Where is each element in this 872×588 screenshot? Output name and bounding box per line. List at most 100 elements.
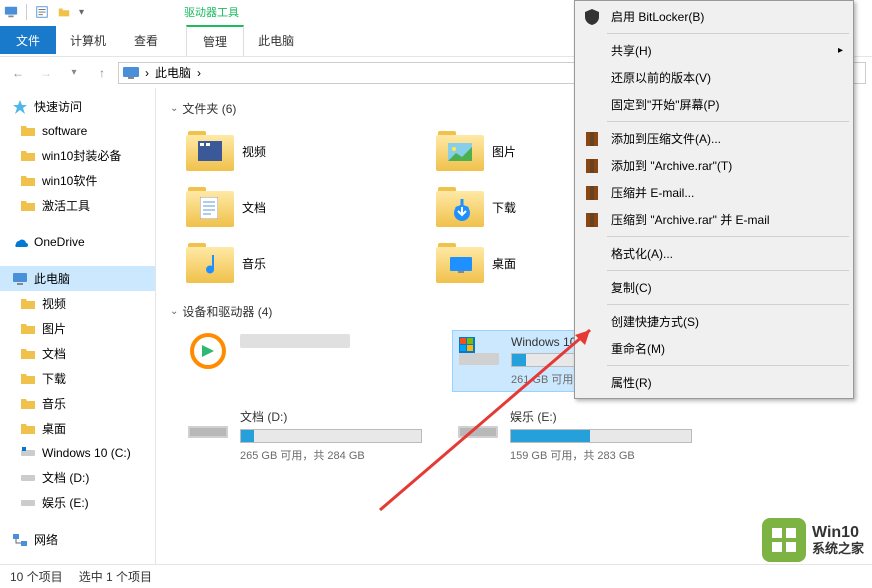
sidebar-drive-d[interactable]: 文档 (D:) xyxy=(0,465,155,490)
this-pc-label: 此电脑 xyxy=(244,26,308,54)
drive-usage-text: 265 GB 可用，共 284 GB xyxy=(240,447,422,463)
archive-icon xyxy=(583,211,601,229)
menu-add-archive[interactable]: 添加到压缩文件(A)... xyxy=(577,125,851,152)
up-button[interactable]: ↑ xyxy=(90,61,114,85)
sidebar-documents[interactable]: 文档 xyxy=(0,341,155,366)
cloud-icon xyxy=(12,234,28,250)
folder-icon xyxy=(20,148,36,164)
qat-dropdown[interactable]: ▾ xyxy=(79,7,84,18)
submenu-arrow-icon: ▸ xyxy=(838,45,843,56)
drive-icon xyxy=(20,445,36,461)
drive-icon xyxy=(456,408,500,442)
sidebar-folder[interactable]: 激活工具 xyxy=(0,193,155,218)
file-tab[interactable]: 文件 xyxy=(0,26,56,54)
folder-icon xyxy=(20,421,36,437)
folder-icon xyxy=(20,371,36,387)
desktop-icon xyxy=(450,257,472,273)
menu-share[interactable]: 共享(H)▸ xyxy=(577,37,851,64)
breadcrumb-sep: › xyxy=(197,66,201,80)
forward-button[interactable]: → xyxy=(34,61,58,85)
status-bar: 10 个项目 选中 1 个项目 xyxy=(0,564,872,588)
menu-copy[interactable]: 复制(C) xyxy=(577,274,851,301)
folder-icon xyxy=(20,296,36,312)
watermark-line2: 系统之家 xyxy=(812,542,864,556)
breadcrumb-location[interactable]: 此电脑 xyxy=(155,64,191,81)
pc-icon xyxy=(4,5,18,19)
folder-icon xyxy=(20,346,36,362)
shield-icon xyxy=(583,8,601,26)
menu-properties[interactable]: 属性(R) xyxy=(577,369,851,396)
folder-videos[interactable]: 视频 xyxy=(182,127,402,175)
drive-label: 娱乐 (E:) xyxy=(510,408,692,425)
drive-d[interactable]: 文档 (D:) 265 GB 可用，共 284 GB xyxy=(182,404,426,467)
menu-email[interactable]: 压缩并 E-mail... xyxy=(577,179,851,206)
watermark-line1: Win10 xyxy=(812,524,864,542)
this-pc-node[interactable]: 此电脑 xyxy=(0,266,155,291)
video-icon xyxy=(198,141,222,161)
download-icon xyxy=(452,199,472,221)
chevron-down-icon: ⌄ xyxy=(170,103,178,114)
folder-icon xyxy=(20,198,36,214)
folder-music[interactable]: 音乐 xyxy=(182,239,402,287)
drive-label: 文档 (D:) xyxy=(240,408,422,425)
view-tab[interactable]: 查看 xyxy=(120,26,172,54)
menu-restore[interactable]: 还原以前的版本(V) xyxy=(577,64,851,91)
menu-email-rar[interactable]: 压缩到 "Archive.rar" 并 E-mail xyxy=(577,206,851,233)
menu-add-rar[interactable]: 添加到 "Archive.rar"(T) xyxy=(577,152,851,179)
manage-tab[interactable]: 管理 xyxy=(186,25,244,56)
sidebar-music[interactable]: 音乐 xyxy=(0,391,155,416)
recent-dropdown[interactable]: ▾ xyxy=(62,61,86,85)
navigation-pane: 快速访问 software win10封装必备 win10软件 激活工具 One… xyxy=(0,88,156,564)
folder-documents[interactable]: 文档 xyxy=(182,183,402,231)
sidebar-downloads[interactable]: 下载 xyxy=(0,366,155,391)
tencent-icon xyxy=(188,331,228,371)
pc-icon xyxy=(123,67,139,79)
quick-access-node[interactable]: 快速访问 xyxy=(0,94,155,119)
menu-rename[interactable]: 重命名(M) xyxy=(577,335,851,362)
drive-usage-bar xyxy=(510,429,692,443)
properties-icon[interactable] xyxy=(35,5,49,19)
network-node[interactable]: 网络 xyxy=(0,527,155,552)
sidebar-folder[interactable]: win10封装必备 xyxy=(0,143,155,168)
folder-icon xyxy=(20,321,36,337)
network-icon xyxy=(12,532,28,548)
folder-icon xyxy=(20,123,36,139)
music-icon xyxy=(202,253,222,277)
menu-pin-start[interactable]: 固定到"开始"屏幕(P) xyxy=(577,91,851,118)
menu-bitlocker[interactable]: 启用 BitLocker(B) xyxy=(577,3,851,30)
watermark-icon xyxy=(762,518,806,562)
drive-e[interactable]: 娱乐 (E:) 159 GB 可用，共 283 GB xyxy=(452,404,696,467)
drive-icon xyxy=(20,495,36,511)
document-icon xyxy=(200,197,218,219)
drive-usage-text: 159 GB 可用，共 283 GB xyxy=(510,447,692,463)
computer-tab[interactable]: 计算机 xyxy=(56,26,120,54)
sidebar-videos[interactable]: 视频 xyxy=(0,291,155,316)
menu-shortcut[interactable]: 创建快捷方式(S) xyxy=(577,308,851,335)
archive-icon xyxy=(583,184,601,202)
sidebar-desktop[interactable]: 桌面 xyxy=(0,416,155,441)
drive-icon xyxy=(186,408,230,442)
menu-format[interactable]: 格式化(A)... xyxy=(577,240,851,267)
watermark: Win10 系统之家 xyxy=(762,518,864,562)
windows-drive-icon xyxy=(457,335,501,369)
selection-count: 选中 1 个项目 xyxy=(79,568,152,585)
item-count: 10 个项目 xyxy=(10,568,63,585)
star-icon xyxy=(12,99,28,115)
folder-icon xyxy=(20,173,36,189)
drive-tencent[interactable] xyxy=(182,330,426,392)
sidebar-drive-c[interactable]: Windows 10 (C:) xyxy=(0,441,155,465)
breadcrumb-sep: › xyxy=(145,66,149,80)
chevron-down-icon: ⌄ xyxy=(170,306,178,317)
sidebar-pictures[interactable]: 图片 xyxy=(0,316,155,341)
new-folder-icon[interactable] xyxy=(57,5,71,19)
drive-icon xyxy=(20,470,36,486)
archive-icon xyxy=(583,130,601,148)
sidebar-folder[interactable]: win10软件 xyxy=(0,168,155,193)
sidebar-drive-e[interactable]: 娱乐 (E:) xyxy=(0,490,155,515)
back-button[interactable]: ← xyxy=(6,61,30,85)
pc-icon xyxy=(12,271,28,287)
context-menu: 启用 BitLocker(B) 共享(H)▸ 还原以前的版本(V) 固定到"开始… xyxy=(574,0,854,399)
picture-icon xyxy=(448,143,472,161)
sidebar-folder[interactable]: software xyxy=(0,119,155,143)
onedrive-node[interactable]: OneDrive xyxy=(0,230,155,254)
